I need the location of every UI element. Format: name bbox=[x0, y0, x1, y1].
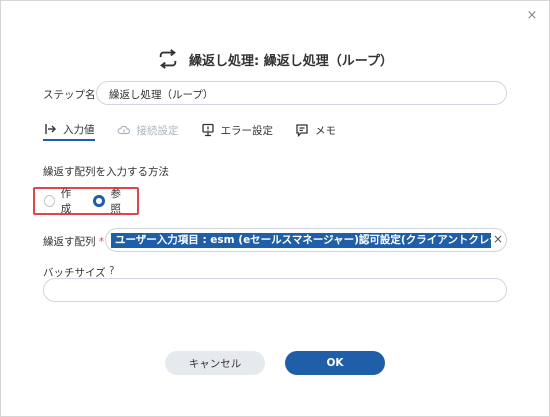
tab-input[interactable]: 入力値 bbox=[43, 119, 95, 141]
tab-input-label: 入力値 bbox=[63, 123, 95, 136]
array-field-label-text: 繰返す配列 bbox=[43, 236, 96, 248]
cloud-icon bbox=[117, 125, 130, 135]
array-method-radio-group: 作成 参照 bbox=[33, 187, 139, 215]
tab-error-label: エラー設定 bbox=[220, 124, 274, 137]
tab-memo[interactable]: メモ bbox=[295, 119, 336, 141]
tab-error[interactable]: エラー設定 bbox=[201, 119, 274, 141]
close-icon[interactable]: × bbox=[525, 9, 539, 23]
tab-connection-label: 接続設定 bbox=[136, 124, 179, 137]
memo-icon bbox=[296, 124, 308, 137]
step-name-input[interactable]: 繰返し処理（ループ） bbox=[96, 81, 507, 105]
array-field-reference-chip[interactable]: ユーザー入力項目 : esm (eセールスマネージャー)認可設定(クライアントク… bbox=[111, 233, 491, 248]
radio-create-label: 作成 bbox=[60, 188, 72, 215]
radio-reference-label: 参照 bbox=[110, 188, 122, 215]
step-name-label: ステップ名 bbox=[43, 89, 96, 101]
dialog-header: 繰返し処理: 繰返し処理（ループ） bbox=[1, 47, 549, 71]
batch-size-input[interactable] bbox=[43, 278, 507, 302]
tab-memo-label: メモ bbox=[315, 124, 336, 137]
dialog-title: 繰返し処理: 繰返し処理（ループ） bbox=[189, 53, 393, 69]
array-field-label: 繰返す配列 * bbox=[43, 234, 104, 249]
step-name-value: 繰返し処理（ループ） bbox=[109, 89, 214, 101]
loop-icon bbox=[159, 49, 177, 69]
array-method-label: 繰返す配列を入力する方法 bbox=[43, 166, 169, 178]
input-icon bbox=[45, 124, 56, 134]
help-icon[interactable]: ? bbox=[109, 265, 115, 277]
required-mark: * bbox=[98, 236, 105, 248]
error-icon bbox=[201, 123, 214, 137]
cancel-button[interactable]: キャンセル bbox=[165, 351, 265, 375]
radio-reference[interactable] bbox=[93, 195, 105, 207]
loop-settings-dialog: × 繰返し処理: 繰返し処理（ループ） ステップ名 繰返し処理（ループ） 入力値 bbox=[0, 0, 550, 417]
clear-icon[interactable]: × bbox=[493, 232, 503, 246]
ok-button[interactable]: OK bbox=[285, 351, 385, 375]
tab-bar: 入力値 接続設定 エラー設定 メモ bbox=[43, 119, 336, 145]
radio-create[interactable] bbox=[44, 195, 55, 207]
tab-connection[interactable]: 接続設定 bbox=[117, 119, 179, 141]
